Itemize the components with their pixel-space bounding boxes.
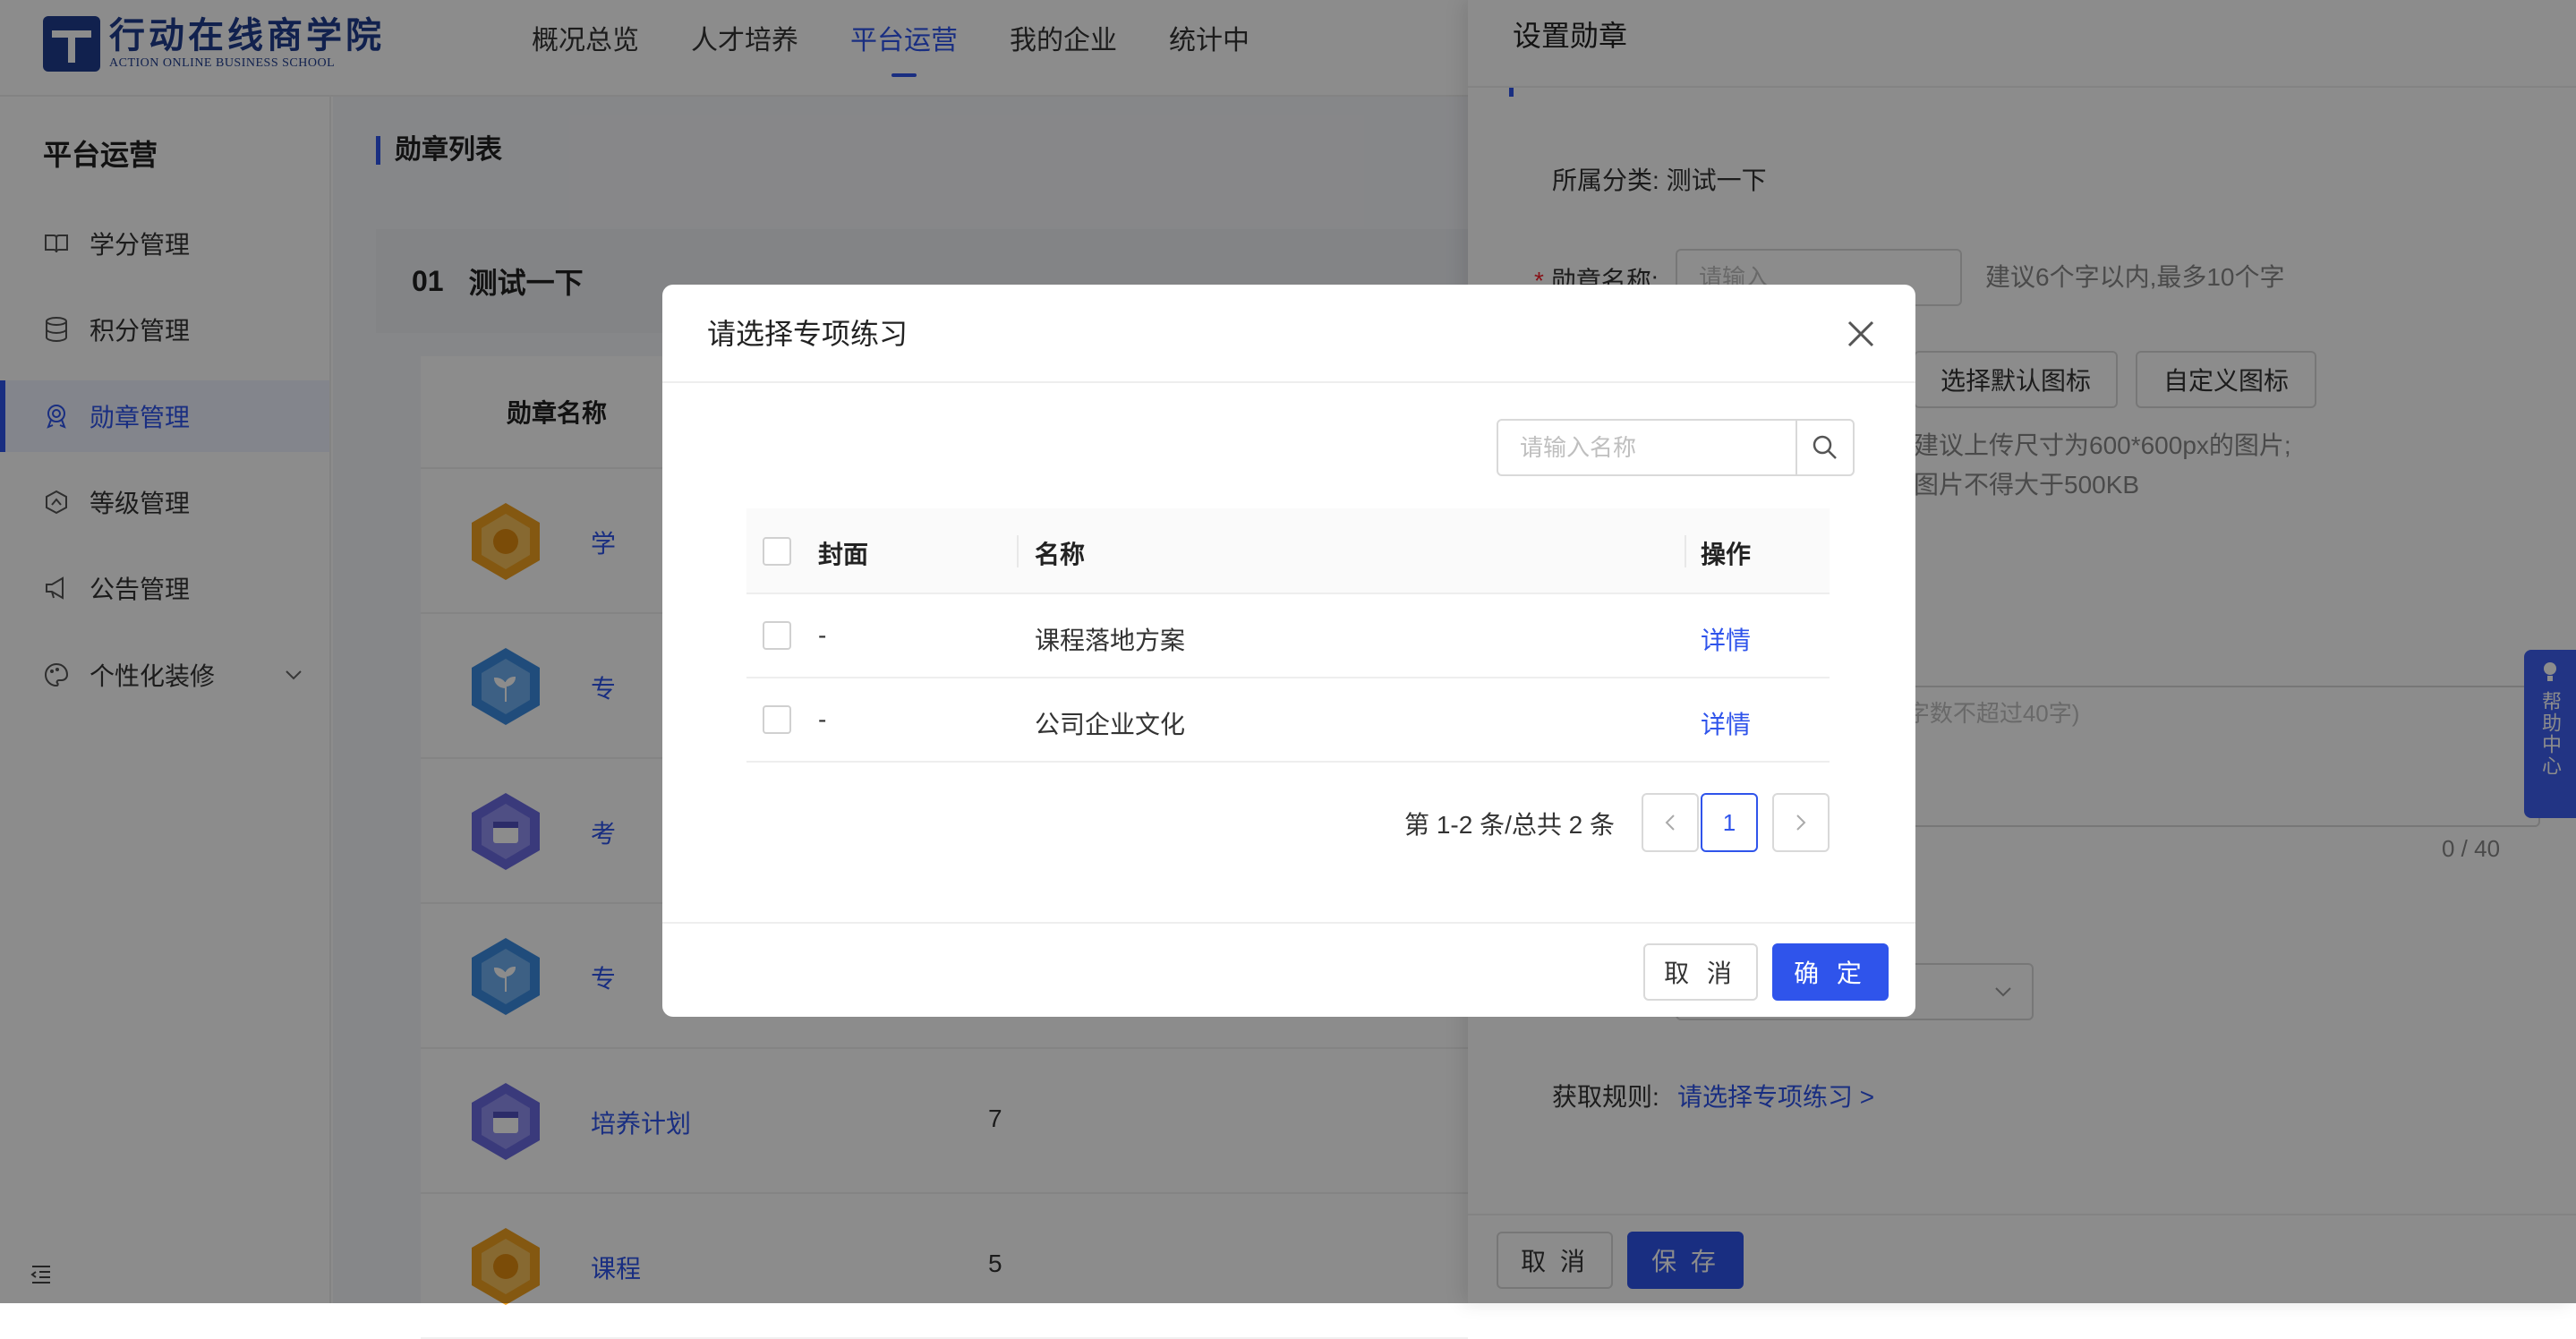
- modal-footer: 取 消 确 定: [662, 922, 1915, 1017]
- pagination-summary: 第 1-2 条/总共 2 条: [1404, 811, 1615, 839]
- table-row: - 公司企业文化 详情: [746, 678, 1830, 763]
- row-cover: -: [818, 621, 827, 649]
- modal-confirm-button[interactable]: 确 定: [1772, 943, 1889, 1001]
- close-icon[interactable]: [1846, 319, 1876, 349]
- search-input[interactable]: 请输入名称: [1498, 421, 1797, 474]
- modal-cancel-button[interactable]: 取 消: [1643, 943, 1758, 1001]
- row-checkbox[interactable]: [763, 621, 791, 650]
- search-box: 请输入名称: [1497, 419, 1855, 476]
- column-divider: [1017, 535, 1019, 567]
- search-button[interactable]: [1797, 421, 1853, 474]
- row-checkbox[interactable]: [763, 705, 791, 734]
- pagination: 第 1-2 条/总共 2 条 1: [746, 793, 1830, 852]
- details-link[interactable]: 详情: [1701, 621, 1751, 657]
- select-all-checkbox[interactable]: [763, 537, 791, 566]
- next-page-button[interactable]: [1772, 793, 1830, 852]
- search-icon: [1813, 435, 1837, 459]
- prev-page-button[interactable]: [1642, 793, 1699, 852]
- practice-table: 封面 名称 操作 - 课程落地方案 详情 - 公司企业文化 详情: [746, 508, 1830, 763]
- row-name: 公司企业文化: [1035, 711, 1186, 738]
- column-divider: [1685, 535, 1686, 567]
- row-name: 课程落地方案: [1035, 627, 1186, 654]
- modal-header: 请选择专项练习: [662, 285, 1915, 383]
- details-link[interactable]: 详情: [1701, 705, 1751, 741]
- table-row: - 课程落地方案 详情: [746, 594, 1830, 678]
- column-action: 操作: [1701, 541, 1752, 568]
- modal-title: 请选择专项练习: [707, 318, 908, 350]
- table-header: 封面 名称 操作: [746, 508, 1830, 594]
- chevron-left-icon: [1665, 814, 1675, 831]
- column-cover: 封面: [818, 541, 869, 568]
- row-cover: -: [818, 705, 827, 733]
- page-number-button[interactable]: 1: [1701, 793, 1758, 852]
- column-name: 名称: [1035, 541, 1086, 568]
- select-practice-modal: 请选择专项练习 请输入名称 封面 名称 操作 - 课程落地方案 详情 - 公司企…: [662, 285, 1915, 1017]
- chevron-right-icon: [1796, 814, 1806, 831]
